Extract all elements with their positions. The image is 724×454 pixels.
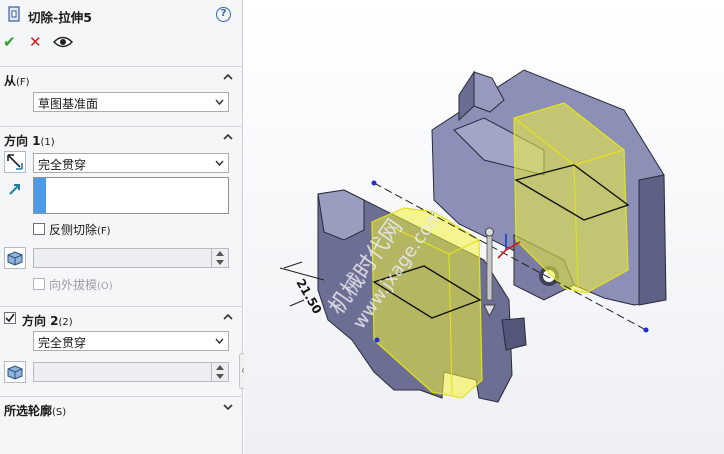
selected-contours-section-header[interactable]: 所选轮廓(S) <box>0 396 243 418</box>
spinner-buttons[interactable] <box>211 249 228 267</box>
chevron-down-icon <box>215 338 224 345</box>
from-section-header[interactable]: 从(F) <box>0 66 243 88</box>
reverse-direction-icon <box>7 154 23 170</box>
model-canvas[interactable]: 21.50 机械时代网 www.jxage.com <box>244 0 724 454</box>
draft-icon <box>7 251 23 266</box>
property-manager: 切除-拉伸5 ? ✔ ✕ 从(F) 草图基准面 方向 1(1) 完全贯穿 反侧切… <box>0 0 243 454</box>
chevron-up-icon[interactable] <box>222 71 234 83</box>
draft-outward-label: 向外拔模(O) <box>49 278 113 292</box>
draft-angle-spinner[interactable] <box>33 248 229 268</box>
checkmark-icon <box>5 313 15 323</box>
chevron-up-icon[interactable] <box>222 311 234 323</box>
ok-button[interactable]: ✔ <box>3 33 16 51</box>
cut-extrude-icon <box>8 6 20 22</box>
draft-icon <box>7 365 23 380</box>
direction-vector-icon <box>9 184 20 195</box>
help-icon[interactable]: ? <box>216 7 231 22</box>
action-bar: ✔ ✕ <box>0 33 243 53</box>
reverse-direction-button[interactable] <box>4 151 26 173</box>
cancel-button[interactable]: ✕ <box>29 33 42 51</box>
draft-angle-spinner-2[interactable] <box>33 362 229 382</box>
direction1-section-header[interactable]: 方向 1(1) <box>0 126 243 148</box>
flip-side-checkbox[interactable] <box>33 223 45 235</box>
direction2-label: 方向 2(2) <box>22 314 73 328</box>
spinner-buttons[interactable] <box>211 363 228 381</box>
preview-eye-icon[interactable] <box>53 35 73 49</box>
feature-title: 切除-拉伸5 <box>28 10 92 25</box>
flip-side-label: 反侧切除(F) <box>49 223 111 237</box>
chevron-down-icon[interactable] <box>222 401 234 413</box>
from-select[interactable]: 草图基准面 <box>33 92 229 112</box>
draft-toggle-button[interactable] <box>4 247 26 269</box>
draft-toggle-button-2[interactable] <box>4 361 26 383</box>
direction2-checkbox[interactable] <box>4 312 16 324</box>
draft-outward-checkbox[interactable] <box>33 278 45 290</box>
direction2-section-header[interactable]: 方向 2(2) <box>0 306 243 328</box>
listbox-selection-bar <box>34 178 46 213</box>
title-bar: 切除-拉伸5 ? <box>0 0 243 30</box>
graphics-viewport[interactable]: 21.50 机械时代网 www.jxage.com <box>244 0 724 454</box>
selected-contours-label: 所选轮廓(S) <box>4 404 67 418</box>
chevron-down-icon <box>215 99 224 106</box>
direction1-end-condition-select[interactable]: 完全贯穿 <box>33 153 229 173</box>
chevron-up-icon[interactable] <box>222 131 234 143</box>
direction2-end-condition-select[interactable]: 完全贯穿 <box>33 331 229 351</box>
direction1-label: 方向 1(1) <box>4 134 55 148</box>
chevron-down-icon <box>215 160 224 167</box>
from-section-label: 从(F) <box>4 74 30 88</box>
direction-vector-listbox[interactable] <box>33 177 229 214</box>
